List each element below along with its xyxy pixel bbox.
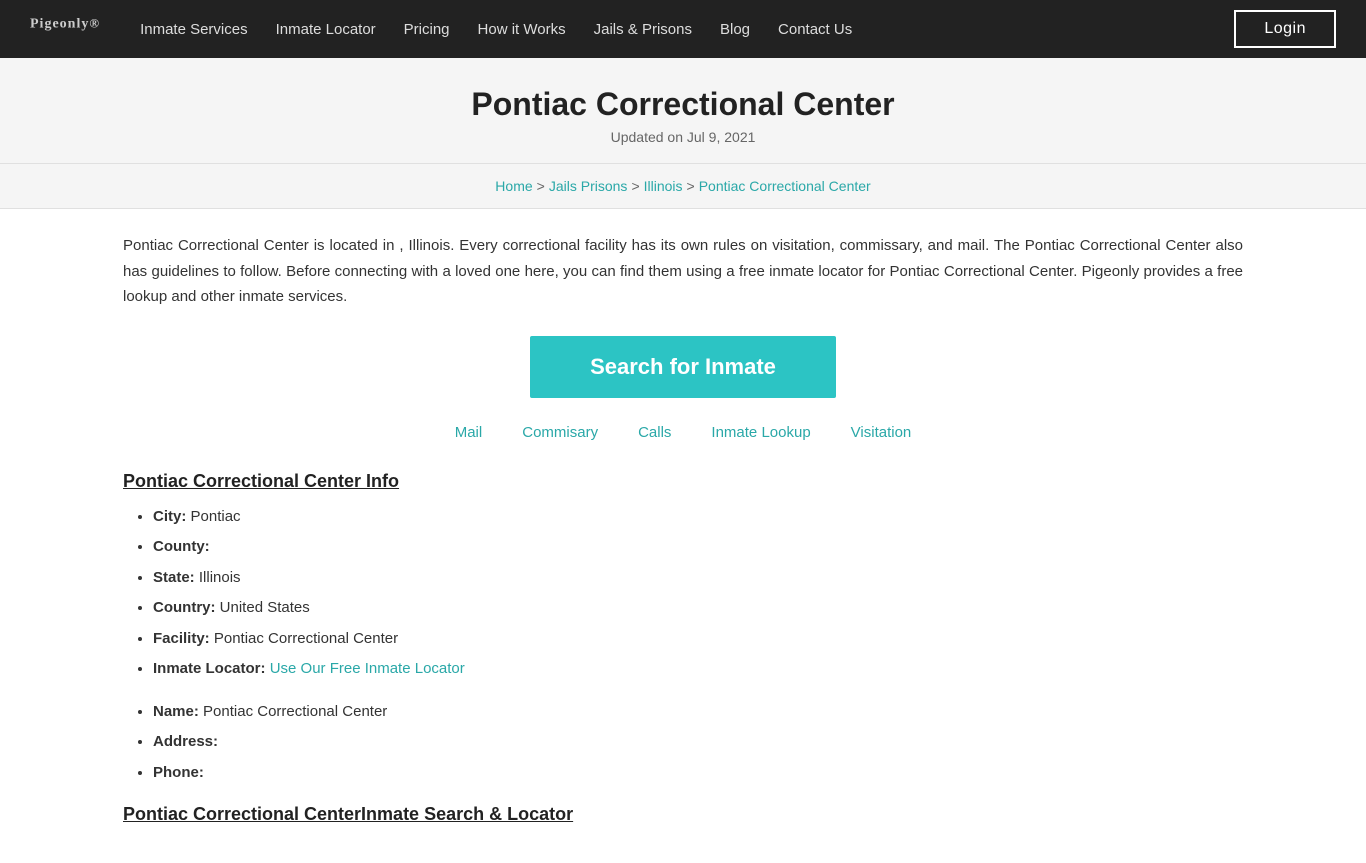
inmate-locator-link[interactable]: Use Our Free Inmate Locator: [270, 660, 465, 677]
breadcrumb-sep2: >: [631, 178, 639, 194]
logo-sup: ®: [89, 15, 100, 30]
login-button[interactable]: Login: [1234, 10, 1336, 48]
info-list-2: Name: Pontiac Correctional Center Addres…: [123, 701, 1243, 785]
nav-how-it-works[interactable]: How it Works: [478, 21, 566, 38]
search-button-wrap: Search for Inmate: [123, 336, 1243, 398]
list-item: Phone:: [153, 762, 1243, 785]
info-section: Pontiac Correctional Center Info City: P…: [123, 471, 1243, 785]
updated-date: Updated on Jul 9, 2021: [20, 129, 1346, 145]
list-item: State: Illinois: [153, 567, 1243, 590]
tab-commisary[interactable]: Commisary: [522, 424, 598, 441]
breadcrumb-sep1: >: [537, 178, 545, 194]
nav-jails-prisons[interactable]: Jails & Prisons: [594, 21, 692, 38]
nav-links: Inmate Services Inmate Locator Pricing H…: [140, 21, 1234, 38]
breadcrumb-sep3: >: [687, 178, 695, 194]
list-item: County:: [153, 536, 1243, 559]
phone-label: Phone:: [153, 764, 204, 781]
breadcrumb-current: Pontiac Correctional Center: [699, 178, 871, 194]
breadcrumb-state[interactable]: Illinois: [644, 178, 683, 194]
nav-blog[interactable]: Blog: [720, 21, 750, 38]
list-item: Facility: Pontiac Correctional Center: [153, 628, 1243, 651]
logo-text: Pigeonly: [30, 16, 89, 31]
name-value: Pontiac Correctional Center: [203, 703, 387, 720]
description-text: Pontiac Correctional Center is located i…: [123, 233, 1243, 310]
nav-pricing[interactable]: Pricing: [404, 21, 450, 38]
tab-visitation[interactable]: Visitation: [851, 424, 912, 441]
breadcrumb-home[interactable]: Home: [495, 178, 532, 194]
list-item: Name: Pontiac Correctional Center: [153, 701, 1243, 724]
nav-inmate-locator[interactable]: Inmate Locator: [276, 21, 376, 38]
breadcrumb-jails[interactable]: Jails Prisons: [549, 178, 628, 194]
section2-title: Pontiac Correctional CenterInmate Search…: [123, 804, 1243, 825]
page-header: Pontiac Correctional Center Updated on J…: [0, 58, 1366, 164]
info-section-title: Pontiac Correctional Center Info: [123, 471, 1243, 492]
list-item: City: Pontiac: [153, 506, 1243, 529]
country-value: United States: [220, 599, 310, 616]
navbar: Pigeonly® Inmate Services Inmate Locator…: [0, 0, 1366, 58]
state-label: State:: [153, 569, 195, 586]
list-item: Inmate Locator: Use Our Free Inmate Loca…: [153, 658, 1243, 681]
name-label: Name:: [153, 703, 199, 720]
list-item: Address:: [153, 731, 1243, 754]
info-list: City: Pontiac County: State: Illinois Co…: [123, 506, 1243, 681]
state-value: Illinois: [199, 569, 241, 586]
nav-inmate-services[interactable]: Inmate Services: [140, 21, 248, 38]
page-title: Pontiac Correctional Center: [20, 86, 1346, 123]
country-label: Country:: [153, 599, 216, 616]
facility-value: Pontiac Correctional Center: [214, 630, 398, 647]
tab-calls[interactable]: Calls: [638, 424, 671, 441]
county-label: County:: [153, 538, 210, 555]
city-label: City:: [153, 508, 186, 525]
city-value: Pontiac: [191, 508, 241, 525]
tabs-bar: Mail Commisary Calls Inmate Lookup Visit…: [123, 424, 1243, 441]
breadcrumb: Home > Jails Prisons > Illinois > Pontia…: [0, 164, 1366, 209]
search-for-inmate-button[interactable]: Search for Inmate: [530, 336, 836, 398]
facility-label: Facility:: [153, 630, 210, 647]
address-label: Address:: [153, 733, 218, 750]
list-item: Country: United States: [153, 597, 1243, 620]
site-logo[interactable]: Pigeonly®: [30, 14, 100, 44]
tab-mail[interactable]: Mail: [455, 424, 483, 441]
nav-contact-us[interactable]: Contact Us: [778, 21, 852, 38]
tab-inmate-lookup[interactable]: Inmate Lookup: [711, 424, 810, 441]
inmate-locator-label: Inmate Locator:: [153, 660, 266, 677]
main-content: Pontiac Correctional Center is located i…: [103, 209, 1263, 863]
